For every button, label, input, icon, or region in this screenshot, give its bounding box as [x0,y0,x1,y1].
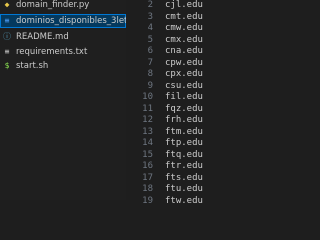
line-text: cpw.edu [165,57,203,68]
code-line: 7 cpw.edu [126,58,238,70]
line-text: ftu.edu [165,184,203,194]
text-lines-icon: ≡ [4,47,10,56]
line-number: 5 [147,34,153,45]
line-text: cmw.edu [165,23,203,33]
line-number: 6 [147,46,153,56]
line-text: cmx.edu [165,34,203,45]
line-number: 2 [147,0,153,10]
line-text: fil.edu [165,92,203,102]
code-line: 9 csu.edu [126,81,238,93]
line-number: 12 [142,115,153,125]
line-text: ftp.edu [165,138,203,148]
line-text: fqz.edu [165,103,203,114]
code-line: 12 frh.edu [126,115,238,127]
file-item-requirements[interactable]: ≡ requirements.txt [0,45,126,59]
file-item-readme[interactable]: ⓘ README.md [0,30,126,44]
line-number: 16 [142,161,153,171]
line-text: cpx.edu [165,69,203,79]
line-text: ftr.edu [165,161,203,171]
code-line: 2 cjl.edu [126,0,238,12]
code-line: 19 ftw.edu [126,196,238,208]
line-number: 18 [142,184,153,194]
file-item-start-sh[interactable]: $ start.sh [0,59,126,73]
code-line: 13 ftm.edu [126,127,238,139]
code-line: 18 ftu.edu [126,184,238,196]
line-number: 4 [147,23,153,33]
code-line: 6 cna.edu [126,46,238,58]
editor-pane[interactable]: 2 cjl.edu 3 cmt.edu 4 cmw.edu 5 cmx.edu 6 cna… [126,0,238,206]
line-text: ftm.edu [165,126,203,137]
line-text: fts.edu [165,172,203,183]
line-number: 19 [142,195,153,206]
python-icon: ◆ [4,0,10,9]
line-number: 8 [147,69,153,79]
line-text: ftq.edu [165,149,203,160]
code-line: 8 cpx.edu [126,69,238,81]
line-number: 9 [147,80,153,91]
info-icon: ⓘ [3,32,11,41]
line-number: 14 [142,138,153,148]
file-name: README.md [16,32,69,42]
line-number: 10 [142,92,153,102]
line-number: 13 [142,126,153,137]
line-text: frh.edu [165,115,203,125]
line-text: ftw.edu [165,195,203,206]
file-name: dominios_disponibles_3letr... [16,16,126,26]
line-number: 7 [147,57,153,68]
file-name: requirements.txt [16,47,88,57]
line-text: cna.edu [165,46,203,56]
explorer-sidebar: ◆ domain_finder.py ≡ dominios_disponible… [0,0,126,200]
line-number: 11 [142,103,153,114]
line-number: 17 [142,172,153,183]
code-line: 17 fts.edu [126,173,238,185]
line-number: 15 [142,149,153,160]
code-line: 4 cmw.edu [126,23,238,35]
line-text: cjl.edu [165,0,203,10]
line-number: 3 [147,11,153,22]
code-line: 11 fqz.edu [126,104,238,116]
terminal-dollar-icon: $ [4,61,10,70]
list-icon: ≡ [4,16,10,25]
line-text: csu.edu [165,80,203,91]
file-item-domain-finder[interactable]: ◆ domain_finder.py [0,0,126,12]
code-line: 5 cmx.edu [126,35,238,47]
code-line: 15 ftq.edu [126,150,238,162]
code-line: 14 ftp.edu [126,138,238,150]
file-name: domain_finder.py [16,0,90,10]
code-line: 10 fil.edu [126,92,238,104]
line-text: cmt.edu [165,11,203,22]
code-line: 3 cmt.edu [126,12,238,24]
file-item-dominios-disponibles[interactable]: ≡ dominios_disponibles_3letr... [0,14,126,28]
file-name: start.sh [16,61,49,71]
code-line: 16 ftr.edu [126,161,238,173]
